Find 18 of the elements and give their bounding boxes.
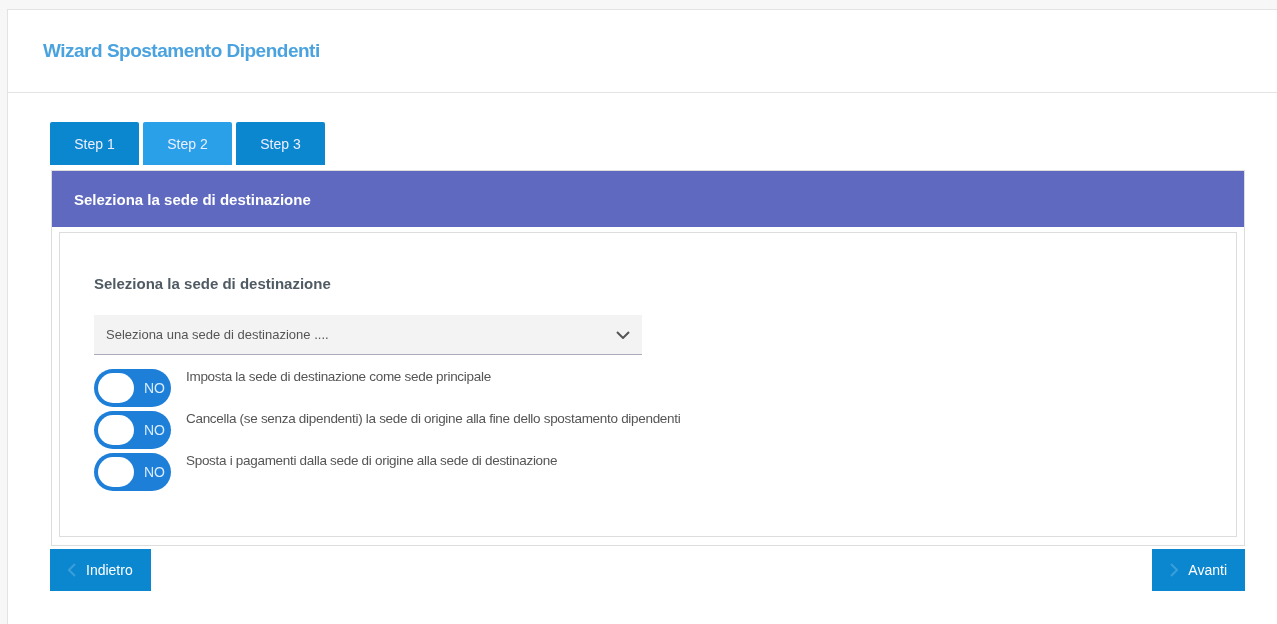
chevron-left-icon [68,563,76,577]
back-button[interactable]: Indietro [50,549,151,591]
next-button[interactable]: Avanti [1152,549,1245,591]
chevron-right-icon [1170,563,1179,577]
toggle-switch[interactable]: NO [94,453,171,491]
option-label: Sposta i pagamenti dalla sede di origine alla sede di destinazione [186,453,558,468]
option-label: Cancella (se senza dipendenti) la sede di origine alla fine dello spostamento dipendenti [186,411,681,426]
destination-select[interactable]: Seleziona una sede di destinazione .... [94,315,642,355]
page-title: Wizard Spostamento Dipendenti [43,40,320,62]
toggle-switch[interactable]: NO [94,369,171,407]
option-label: Imposta la sede di destinazione come sede principale [186,369,491,384]
chevron-down-icon [616,330,630,339]
panel-header: Seleziona la sede di destinazione [52,171,1244,227]
step-tab[interactable]: Step 3 [236,122,325,165]
step-tab[interactable]: Step 1 [50,122,139,165]
toggle-switch[interactable]: NO [94,411,171,449]
step-tab[interactable]: Step 2 [143,122,232,165]
section-title: Seleziona la sede di destinazione [94,275,332,292]
